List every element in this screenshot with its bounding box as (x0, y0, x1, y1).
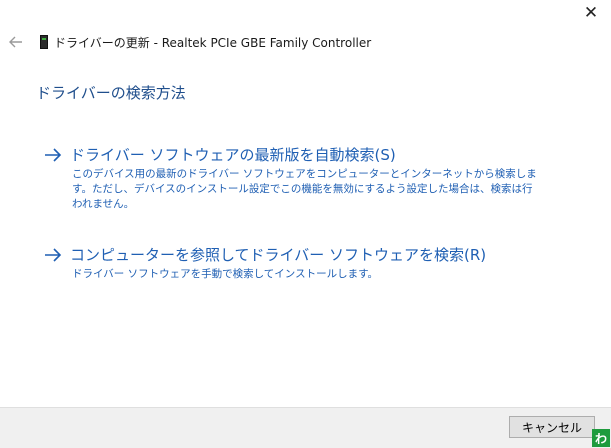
option-auto-search[interactable]: ドライバー ソフトウェアの最新版を自動検索(S) このデバイス用の最新のドライバ… (44, 144, 564, 212)
option-auto-search-title: ドライバー ソフトウェアの最新版を自動検索(S) (70, 146, 396, 164)
option-browse-computer[interactable]: コンピューターを参照してドライバー ソフトウェアを検索(R) ドライバー ソフト… (44, 244, 564, 282)
option-auto-search-link[interactable]: ドライバー ソフトウェアの最新版を自動検索(S) (44, 144, 564, 165)
corner-badge-icon: わ (592, 429, 610, 447)
option-auto-search-description: このデバイス用の最新のドライバー ソフトウェアをコンピューターとインターネットか… (72, 168, 537, 210)
option-browse-computer-description: ドライバー ソフトウェアを手動で検索してインストールします。 (72, 268, 379, 280)
window-title: ドライバーの更新 - Realtek PCIe GBE Family Contr… (54, 36, 372, 50)
right-arrow-icon (45, 247, 62, 262)
cancel-button[interactable]: キャンセル (509, 416, 595, 438)
option-browse-computer-link[interactable]: コンピューターを参照してドライバー ソフトウェアを検索(R) (44, 244, 564, 265)
dialog-footer: キャンセル (0, 407, 611, 448)
title-bar: ドライバーの更新 - Realtek PCIe GBE Family Contr… (0, 30, 611, 54)
page-title: ドライバーの検索方法 (36, 84, 186, 102)
network-adapter-icon (40, 35, 48, 49)
back-arrow-icon (9, 36, 22, 48)
close-button[interactable]: ✕ (579, 2, 603, 24)
back-button[interactable] (8, 34, 24, 50)
right-arrow-icon (45, 147, 62, 162)
option-browse-computer-title: コンピューターを参照してドライバー ソフトウェアを検索(R) (70, 246, 487, 264)
